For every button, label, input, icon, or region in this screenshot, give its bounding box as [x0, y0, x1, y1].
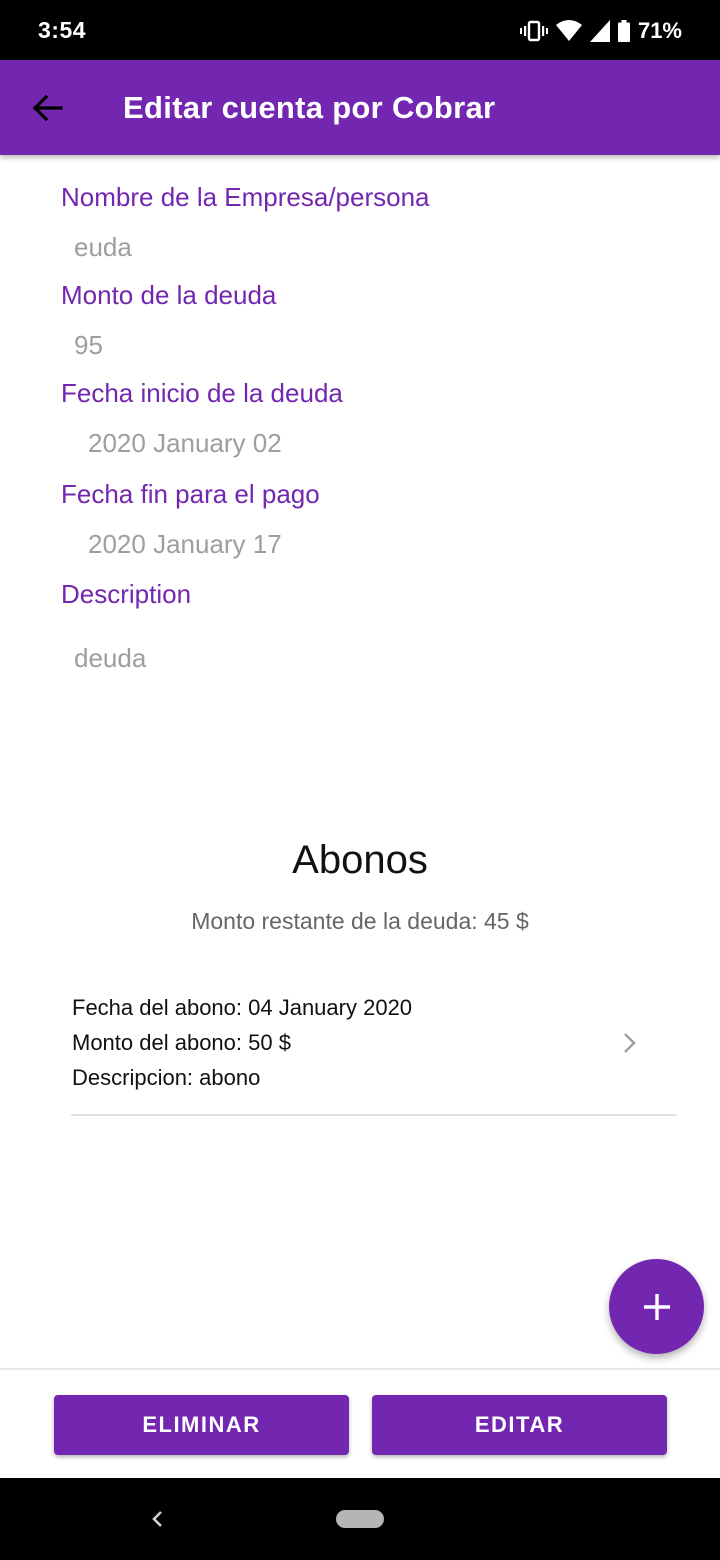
start-date-label: Fecha inicio de la deuda — [61, 378, 343, 408]
arrow-left-icon — [32, 94, 63, 122]
payment-list-item[interactable]: Fecha del abono: 04 January 2020 Monto d… — [71, 985, 677, 1116]
app-bar: Editar cuenta por Cobrar — [0, 60, 720, 155]
plus-icon — [643, 1293, 670, 1320]
description-label: Description — [61, 579, 192, 609]
end-date-field[interactable]: 2020 January 17 — [88, 529, 282, 560]
chevron-right-icon — [624, 1033, 636, 1053]
divider — [0, 1368, 720, 1370]
remaining-amount: Monto restante de la deuda: 45 $ — [191, 908, 529, 934]
debt-amount-label: Monto de la deuda — [61, 280, 277, 310]
status-bar: 3:54 71% — [0, 0, 720, 60]
delete-button[interactable]: ELIMINAR — [54, 1395, 349, 1455]
end-date-label: Fecha fin para el pago — [61, 479, 320, 509]
vibrate-icon — [519, 20, 548, 42]
start-date-field[interactable]: 2020 January 02 — [88, 428, 282, 459]
back-button[interactable] — [22, 83, 72, 133]
payment-amount: Monto del abono: 50 $ — [72, 1030, 291, 1055]
payment-date: Fecha del abono: 04 January 2020 — [72, 995, 413, 1020]
nav-back-icon[interactable] — [144, 1504, 168, 1534]
status-icons: 71% — [519, 17, 682, 45]
payment-description: Descripcion: abono — [72, 1065, 261, 1090]
page-title: Editar cuenta por Cobrar — [123, 90, 496, 125]
company-name-field[interactable]: euda — [74, 232, 132, 263]
description-field[interactable]: deuda — [74, 643, 146, 674]
edit-button[interactable]: EDITAR — [372, 1395, 667, 1455]
battery-icon — [617, 20, 630, 42]
debt-amount-field[interactable]: 95 — [74, 330, 103, 361]
payments-title: Abonos — [292, 838, 428, 882]
wifi-icon — [555, 20, 582, 41]
company-name-label: Nombre de la Empresa/persona — [61, 182, 430, 212]
status-time: 3:54 — [38, 17, 87, 43]
nav-home-pill[interactable] — [336, 1510, 384, 1528]
battery-percent: 71% — [637, 18, 682, 43]
signal-icon — [589, 20, 610, 42]
add-payment-button[interactable] — [609, 1259, 704, 1354]
